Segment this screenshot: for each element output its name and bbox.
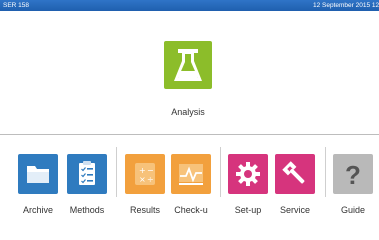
methods-label: Methods: [69, 205, 105, 215]
toolbar-divider: [116, 147, 117, 197]
service-button[interactable]: [275, 154, 315, 194]
set-up-button[interactable]: [228, 154, 268, 194]
toolbar-divider: [325, 147, 326, 197]
svg-text:×: ×: [139, 175, 146, 184]
archive-label: Archive: [22, 205, 53, 215]
guide-label: Guide: [340, 205, 366, 215]
methods-button[interactable]: [67, 154, 107, 194]
checklist-icon: [79, 161, 95, 185]
wrench-icon: [282, 161, 305, 184]
status-bar: SER 158 12 September 2015 12:0: [0, 0, 379, 11]
check-up-label: Check-u: [174, 205, 208, 215]
device-id: SER 158: [3, 2, 30, 9]
archive-button[interactable]: [18, 154, 58, 194]
chart-line-icon: [179, 164, 203, 185]
svg-text:+: +: [139, 166, 146, 175]
calculator-icon: + − × ÷: [135, 163, 155, 185]
guide-button[interactable]: ?: [333, 154, 373, 194]
svg-text:÷: ÷: [147, 175, 154, 184]
question-icon: ?: [345, 160, 361, 190]
separator: [0, 134, 379, 135]
results-button[interactable]: + − × ÷: [125, 154, 165, 194]
analysis-label: Analysis: [171, 107, 205, 117]
analysis-button[interactable]: [164, 41, 212, 89]
date-time: 12 September 2015 12:0: [313, 2, 379, 9]
gear-icon: [236, 162, 260, 186]
svg-text:?: ?: [345, 160, 361, 190]
folder-icon: [27, 166, 49, 183]
toolbar-divider: [220, 147, 221, 197]
svg-text:−: −: [147, 166, 154, 175]
check-up-button[interactable]: [171, 154, 211, 194]
service-label: Service: [279, 205, 310, 215]
flask-icon: [174, 49, 202, 81]
